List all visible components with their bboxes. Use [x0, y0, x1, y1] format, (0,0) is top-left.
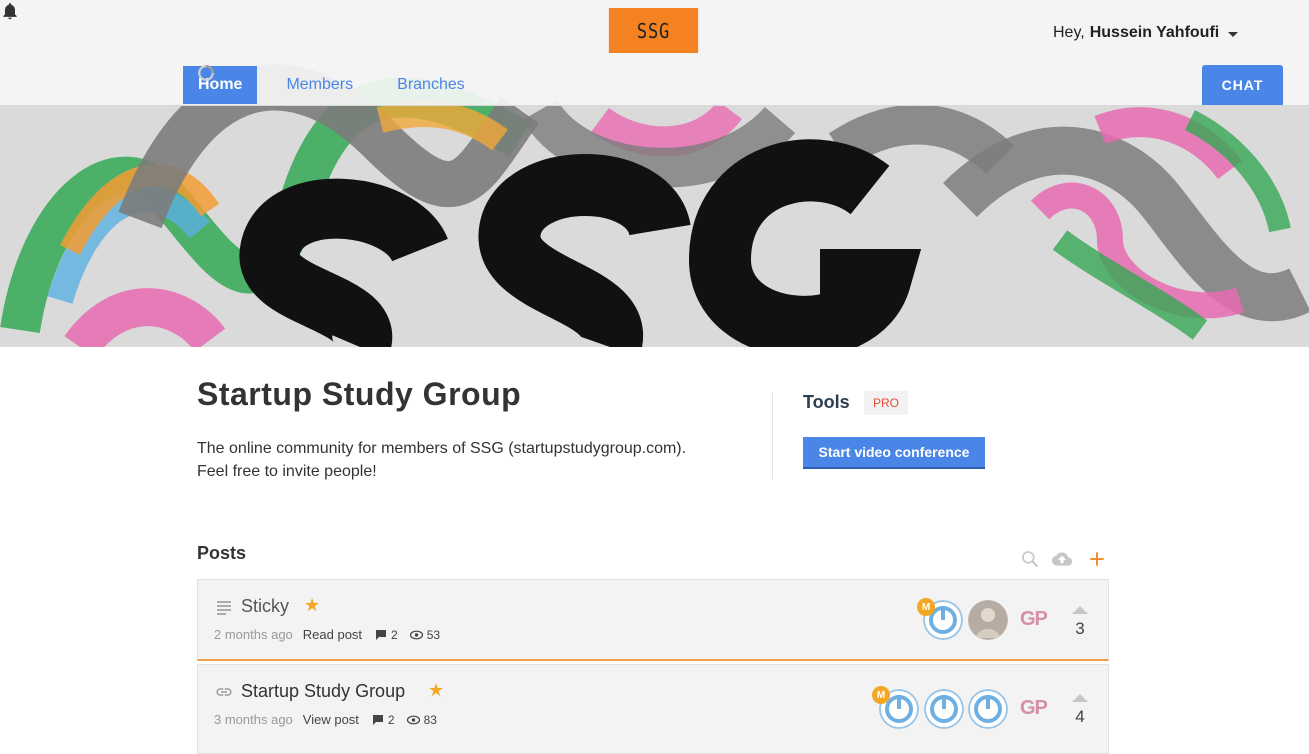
vote-count: 4	[1075, 707, 1085, 726]
eye-icon	[409, 630, 423, 639]
tab-branches[interactable]: Branches	[382, 66, 480, 104]
avatar[interactable]	[968, 600, 1008, 640]
tab-members[interactable]: Members	[271, 66, 368, 104]
view-count-value: 53	[426, 627, 441, 642]
group-description: The online community for members of SSG …	[197, 437, 757, 483]
cloud-upload-icon[interactable]	[1052, 549, 1072, 569]
post-title[interactable]: Startup Study Group	[241, 681, 405, 702]
section-divider	[772, 393, 773, 479]
post-meta: 2 months ago Read post 2 53	[214, 627, 440, 642]
chat-button[interactable]: CHAT	[1202, 65, 1283, 105]
star-icon: ★	[428, 680, 445, 700]
view-post-link[interactable]: View post	[303, 712, 359, 727]
main-nav: Home Members Branches	[183, 65, 494, 104]
comment-count: 2	[372, 713, 395, 727]
tools-heading: Tools	[803, 392, 850, 412]
avatar-initials[interactable]: GP	[1020, 697, 1048, 720]
post-meta: 3 months ago View post 2 83	[214, 712, 437, 727]
post-item-sticky[interactable]: Sticky ★ 2 months ago Read post 2 53 M G…	[197, 579, 1109, 661]
description-line-1: The online community for members of SSG …	[197, 440, 687, 457]
start-video-conference-button[interactable]: Start video conference	[803, 437, 985, 469]
comment-icon	[372, 714, 383, 725]
view-count-value: 83	[423, 712, 437, 727]
post-age: 2 months ago	[214, 627, 293, 642]
vote-count: 3	[1075, 619, 1085, 638]
comment-count-value: 2	[391, 627, 398, 642]
post-title[interactable]: Sticky	[241, 596, 289, 617]
read-post-link[interactable]: Read post	[303, 627, 362, 642]
eye-icon	[406, 715, 420, 724]
avatar-initials[interactable]: GP	[1020, 608, 1048, 631]
link-icon	[216, 688, 232, 696]
post-item-startup-study-group[interactable]: Startup Study Group ★ 3 months ago View …	[197, 664, 1109, 754]
user-menu-dropdown[interactable]: Hey, Hussein Yahfoufi	[1053, 22, 1239, 44]
ssg-logo[interactable]: SSG	[608, 8, 699, 53]
greeting-text: Hey,	[1053, 24, 1085, 41]
user-name: Hussein Yahfoufi	[1089, 24, 1220, 41]
comment-icon	[376, 629, 387, 640]
avatar[interactable]	[924, 689, 964, 729]
moderator-badge: M	[917, 598, 935, 616]
star-icon: ★	[304, 595, 321, 615]
plus-icon[interactable]	[1087, 549, 1107, 569]
avatar[interactable]	[968, 689, 1008, 729]
description-line-2: Feel free to invite people!	[197, 463, 377, 480]
bell-icon[interactable]	[0, 0, 20, 22]
page-title: Startup Study Group	[197, 376, 522, 412]
moderator-badge: M	[872, 686, 890, 704]
text-lines-icon	[217, 601, 231, 615]
upvote-icon[interactable]	[1072, 606, 1088, 614]
loading-spinner-icon	[198, 65, 214, 81]
search-icon[interactable]	[1020, 549, 1040, 569]
chevron-down-icon	[1228, 31, 1239, 37]
tab-home[interactable]: Home	[183, 66, 258, 104]
pro-badge: PRO	[864, 391, 908, 415]
upvote-icon[interactable]	[1072, 694, 1088, 702]
comment-count: 2	[375, 628, 398, 642]
comment-count-value: 2	[387, 712, 395, 727]
cover-banner: SSG Hey, Hussein Yahfoufi Home Members B…	[0, 0, 1309, 347]
post-age: 3 months ago	[214, 712, 293, 727]
view-count: 83	[406, 712, 437, 727]
view-count: 53	[409, 627, 441, 642]
posts-heading: Posts	[197, 543, 247, 563]
